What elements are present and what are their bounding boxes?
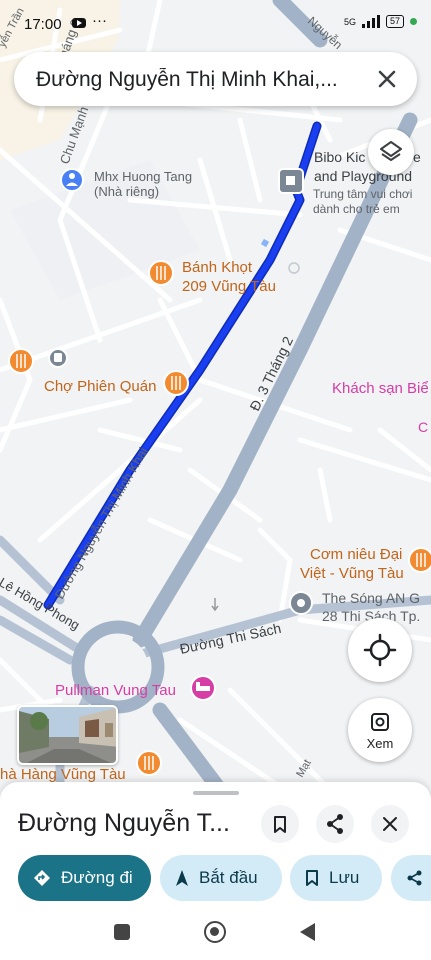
place-label-nha-hang: hà Hàng Vũng Tàu [0, 766, 126, 783]
poi-nha-hang-icon[interactable] [136, 750, 162, 776]
place-label-bibo-4: dành cho trẻ em [313, 202, 400, 216]
back-button[interactable] [300, 923, 315, 941]
poi-com-nieu-icon[interactable] [408, 547, 431, 573]
place-label-bibo-3: Trung tâm vui chơi [313, 187, 412, 201]
crosshair-icon [363, 633, 397, 667]
signal-icon [361, 15, 380, 28]
street-view-image [19, 707, 116, 763]
place-title: Đường Nguyễn T... [18, 809, 230, 837]
my-location-button[interactable] [348, 618, 412, 682]
start-navigation-button[interactable]: Bắt đầu [160, 855, 282, 901]
place-label-cho-phien-quan: Chợ Phiên Quán [44, 378, 156, 395]
more-notifications-icon: ··· [92, 12, 107, 29]
youtube-notification-icon [72, 18, 86, 28]
close-icon [383, 817, 397, 831]
layers-icon [380, 141, 402, 161]
poi-the-song-icon[interactable] [289, 591, 313, 615]
poi-pullman-icon[interactable] [190, 675, 216, 701]
place-label-pullman: Pullman Vung Tau [55, 682, 176, 699]
view-label: Xem [366, 736, 394, 751]
layers-button[interactable] [368, 129, 414, 175]
bookmark-button[interactable] [261, 805, 299, 843]
recent-apps-button[interactable] [114, 924, 130, 940]
share-icon [407, 870, 422, 886]
save-label: Lưu [329, 868, 360, 887]
place-label-huong-tang-sub: (Nhà riêng) [94, 184, 159, 199]
close-icon [378, 70, 396, 88]
place-label-banh-khot-1: Bánh Khọt [182, 259, 253, 276]
view-camera-button[interactable]: Xem [348, 698, 412, 762]
poi-bus-stop-icon[interactable] [48, 348, 68, 368]
battery-icon: 57 [385, 15, 404, 28]
navigation-arrow-icon [176, 870, 188, 886]
system-navigation-bar [0, 906, 431, 960]
status-indicators: 5G 57 [344, 15, 417, 28]
bookmark-icon [274, 816, 286, 833]
share-button[interactable] [316, 805, 354, 843]
save-place-button[interactable]: Lưu [290, 855, 382, 901]
place-label-com-nieu-2: Việt - Vũng Tàu [300, 565, 404, 582]
poi-huong-tang-icon[interactable] [60, 168, 84, 192]
directions-icon [34, 870, 50, 886]
place-label-bibo-1b: e [413, 149, 421, 165]
place-label-the-song-1: The Sóng AN G [322, 590, 420, 606]
place-label-bibo-1: Bibo Kic [314, 149, 365, 165]
action-chips: Đường đi Bắt đầu Lưu [0, 855, 431, 903]
privacy-indicator-icon [410, 18, 417, 25]
share-icon [327, 814, 343, 834]
street-view-thumbnail[interactable] [17, 705, 118, 765]
directions-button[interactable]: Đường đi [18, 855, 151, 901]
poi-bibo-icon[interactable] [278, 168, 304, 194]
network-type: 5G [343, 16, 356, 27]
place-label-khach-san: Khách sạn Biể [332, 380, 429, 397]
place-label-banh-khot-2: 209 Vũng Tàu [182, 278, 276, 295]
clear-search-button[interactable] [371, 63, 403, 95]
start-label: Bắt đầu [199, 868, 258, 887]
close-sheet-button[interactable] [371, 805, 409, 843]
status-time: 17:00 [24, 16, 62, 33]
poi-cho-phien-quan-icon[interactable] [163, 370, 189, 396]
directions-label: Đường đi [61, 868, 133, 887]
status-bar: 17:00 ··· 5G 57 [0, 0, 431, 46]
street-label-c: C [418, 419, 428, 435]
place-label-huong-tang: Mhx Huong Tang [94, 169, 192, 184]
share-chip-button[interactable] [391, 855, 431, 901]
poi-banh-khot-icon[interactable] [148, 260, 174, 286]
place-label-com-nieu-1: Cơm niêu Đại [310, 546, 402, 563]
search-query[interactable]: Đường Nguyễn Thị Minh Khai,... [36, 68, 366, 92]
poi-restaurant-left-icon[interactable] [8, 348, 34, 374]
bookmark-icon [306, 870, 318, 886]
search-bar[interactable]: Đường Nguyễn Thị Minh Khai,... [14, 52, 417, 106]
home-button[interactable] [204, 921, 226, 943]
sheet-drag-handle[interactable] [193, 791, 239, 795]
